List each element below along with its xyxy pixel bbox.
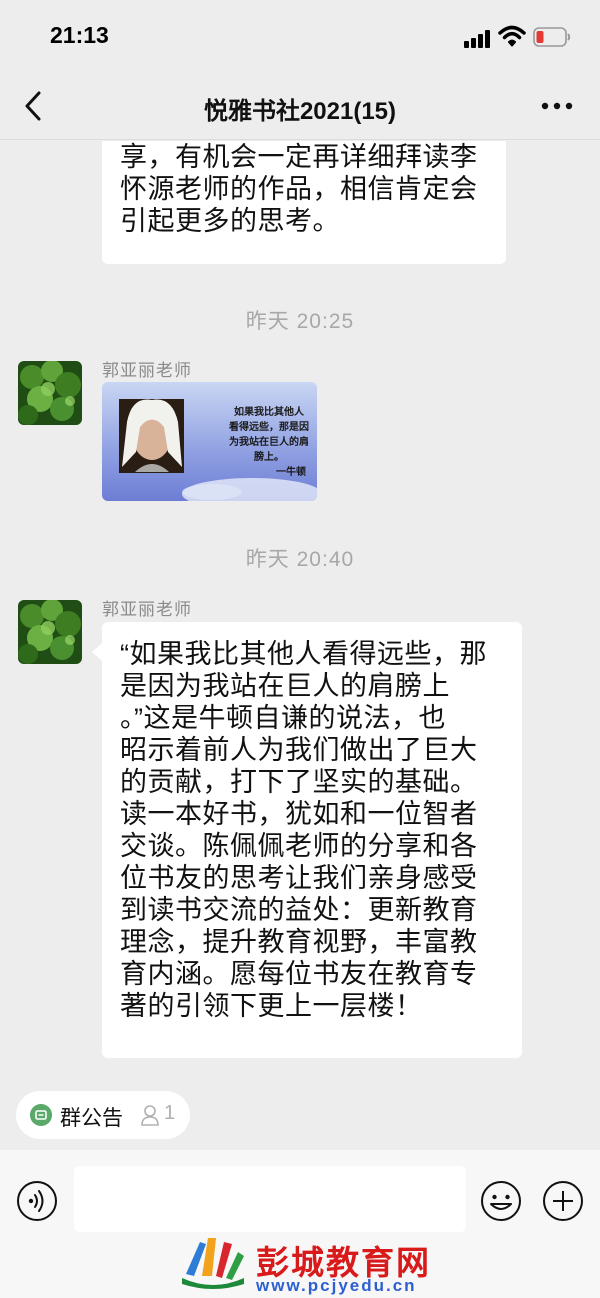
chat-title: 悦雅书社2021(15) (203, 98, 397, 125)
watermark-url: www.pcjyedu.cn (256, 1276, 417, 1295)
sender-name: 郭亚丽老师 (102, 600, 192, 619)
message-line: 著的引领下更上一层楼！ (120, 991, 423, 1021)
signal-icon (464, 30, 492, 48)
voice-icon[interactable] (16, 1180, 58, 1222)
notice-count: 1 (164, 1102, 176, 1124)
message-bubble[interactable]: 享，有机会一定再详细拜读李 怀源老师的作品，相信肯定会 引起更多的思考。 (102, 141, 506, 264)
watermark-logo-icon (182, 1238, 244, 1289)
avatar[interactable] (18, 361, 82, 425)
battery-icon (533, 27, 571, 47)
timestamp: 昨天 20:25 (245, 310, 355, 333)
image-quote-line: 为我站在巨人的肩 (229, 437, 309, 448)
message-line: 位书友的思考让我们亲身感受 (120, 863, 478, 893)
more-options-icon[interactable] (540, 94, 574, 118)
member-icon (141, 1105, 159, 1126)
image-quote-line: 看得远些，那是因 (229, 422, 309, 433)
message-line: 怀源老师的作品，相信肯定会 (120, 174, 478, 204)
message-line: 理念，提升教育视野，丰富教 (120, 927, 478, 957)
message-line: 读一本好书，犹如和一位智者 (120, 799, 478, 829)
message-line: 。”这是牛顿自谦的说法，也 (120, 703, 446, 733)
message-line: 到读书交流的益处：更新教育 (120, 895, 478, 925)
clover-avatar-image (18, 361, 82, 425)
nav-bar: 悦雅书社2021(15) (0, 72, 600, 140)
message-input[interactable] (74, 1166, 466, 1232)
status-bar: 21:13 (0, 0, 600, 72)
message-line: 的贡献，打下了坚实的基础。 (120, 767, 478, 797)
notice-label: 群公告 (60, 1107, 123, 1130)
message-line: 是因为我站在巨人的肩膀上 (120, 671, 450, 701)
image-quote-line: 膀上。 (254, 452, 284, 463)
message-line: 交谈。陈佩佩老师的分享和各 (120, 831, 478, 861)
clover-avatar-image (18, 600, 82, 664)
sender-name: 郭亚丽老师 (102, 361, 192, 380)
message-line: 引起更多的思考。 (120, 206, 340, 236)
avatar[interactable] (18, 600, 82, 664)
message-line: 育内涵。愿每位书友在教育专 (120, 959, 478, 989)
timestamp: 昨天 20:40 (245, 548, 355, 571)
status-time: 21:13 (50, 22, 109, 48)
image-quote-line: 如果我比其他人 (234, 407, 304, 418)
notice-icon (30, 1104, 52, 1126)
message-line: 享，有机会一定再详细拜读李 (120, 142, 478, 172)
bubble-tail (92, 643, 102, 661)
message-bubble[interactable]: “如果我比其他人看得远些，那 是因为我站在巨人的肩膀上 。”这是牛顿自谦的说法，… (102, 622, 522, 1058)
emoji-icon[interactable] (480, 1180, 522, 1222)
group-notice-chip[interactable]: 群公告 1 (16, 1091, 190, 1139)
message-line: 昭示着前人为我们做出了巨大 (120, 735, 478, 765)
message-line: “如果我比其他人看得远些，那 (120, 639, 487, 669)
image-quote-signature: 一牛顿 (276, 467, 306, 478)
plus-icon[interactable] (542, 1180, 584, 1222)
image-quote-text: 如果我比其他人 看得远些，那是因 为我站在巨人的肩 膀上。 一牛顿 (224, 405, 314, 480)
wifi-icon (498, 25, 526, 47)
message-list[interactable]: 享，有机会一定再详细拜读李 怀源老师的作品，相信肯定会 引起更多的思考。 昨天 … (0, 141, 600, 1078)
